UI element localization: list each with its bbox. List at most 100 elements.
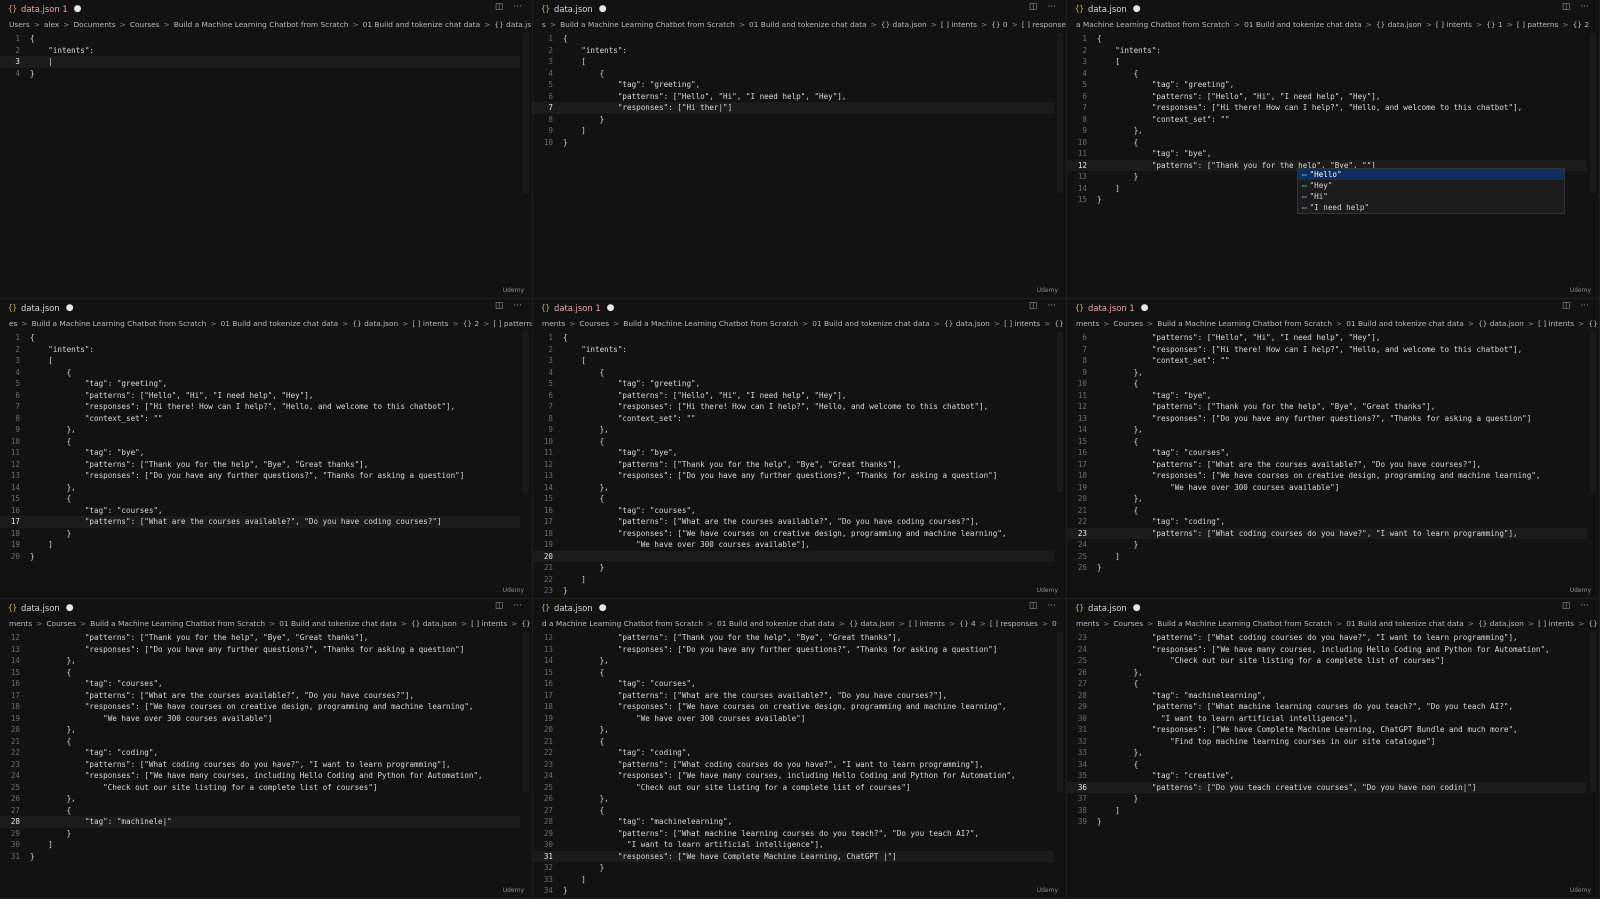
code-line[interactable]: 10 { xyxy=(0,436,520,448)
code-line[interactable]: 7 "responses": ["Hi ther|"] xyxy=(533,102,1054,114)
code-line[interactable]: 13 "responses": ["Do you have any furthe… xyxy=(0,644,520,656)
code-line[interactable]: 18 } xyxy=(0,528,520,540)
code-line[interactable]: 12 "patterns": ["Thank you for the help"… xyxy=(0,632,520,644)
breadcrumb-item[interactable]: {} 3 xyxy=(1588,319,1599,328)
code-editor[interactable]: 12 "patterns": ["Thank you for the help"… xyxy=(533,632,1054,898)
breadcrumb-item[interactable]: [ ] patterns xyxy=(1517,20,1558,29)
more-actions-icon[interactable]: ··· xyxy=(1580,601,1589,611)
code-line[interactable]: 13 "responses": ["Do you have any furthe… xyxy=(1067,413,1587,425)
breadcrumb-item[interactable]: 01 Build and tokenize chat data xyxy=(1346,319,1464,328)
breadcrumb-item[interactable]: 01 Build and tokenize chat data xyxy=(717,619,835,628)
code-line[interactable]: 1{ xyxy=(0,33,520,45)
code-line[interactable]: 2 "intents": xyxy=(1067,45,1587,57)
breadcrumb-item[interactable]: Courses xyxy=(579,319,609,328)
code-line[interactable]: 22 "tag": "coding", xyxy=(0,747,520,759)
breadcrumb-item[interactable]: Build a Machine Learning Chatbot from Sc… xyxy=(560,20,735,29)
breadcrumb-item[interactable]: {} data.json xyxy=(411,619,457,628)
code-line[interactable]: 23 "patterns": ["What coding courses do … xyxy=(533,759,1054,771)
code-editor[interactable]: 23 "patterns": ["What coding courses do … xyxy=(1067,632,1587,898)
code-line[interactable]: 8 "context_set": "" xyxy=(1067,355,1587,367)
breadcrumb-item[interactable]: alex xyxy=(44,20,59,29)
editor-tab[interactable]: {} data.json ● ◫ ··· xyxy=(0,599,532,616)
code-line[interactable]: 14 }, xyxy=(0,482,520,494)
split-editor-icon[interactable]: ◫ xyxy=(1562,301,1571,311)
code-editor[interactable]: 1{2 "intents": 3 | 4} xyxy=(0,33,520,298)
breadcrumb-item[interactable]: {} data.json xyxy=(1376,20,1422,29)
code-line[interactable]: 38 ] xyxy=(1067,805,1587,817)
code-line[interactable]: 1{ xyxy=(0,332,520,344)
code-line[interactable]: 9 ] xyxy=(533,125,1054,137)
breadcrumb-item[interactable]: {} data.json xyxy=(944,319,990,328)
breadcrumb-item[interactable]: 01 Build and tokenize chat data xyxy=(221,319,339,328)
code-line[interactable]: 21 { xyxy=(1067,505,1587,517)
code-line[interactable]: 29 } xyxy=(0,828,520,840)
code-line[interactable]: 10 { xyxy=(1067,137,1587,149)
code-line[interactable]: 13 "responses": ["Do you have any furthe… xyxy=(0,470,520,482)
code-line[interactable]: 16 "tag": "courses", xyxy=(0,505,520,517)
code-line[interactable]: 22 "tag": "coding", xyxy=(533,747,1054,759)
more-actions-icon[interactable]: ··· xyxy=(1047,601,1056,611)
breadcrumb-item[interactable]: Build a Machine Learning Chatbot from Sc… xyxy=(623,319,798,328)
breadcrumb-item[interactable]: Documents xyxy=(73,20,115,29)
code-line[interactable]: 4 { xyxy=(533,68,1054,80)
editor-tab[interactable]: {} data.json 1 ● ◫ ··· xyxy=(533,299,1066,316)
breadcrumb-item[interactable]: 01 Build and tokenize chat data xyxy=(812,319,930,328)
code-line[interactable]: 32 } xyxy=(533,862,1054,874)
code-line[interactable]: 20} xyxy=(0,551,520,563)
vertical-scrollbar[interactable] xyxy=(523,632,529,792)
breadcrumb-item[interactable]: 01 Build and tokenize chat data xyxy=(1346,619,1464,628)
code-line[interactable]: 27 { xyxy=(533,805,1054,817)
code-line[interactable]: 12 "patterns": ["Thank you for the help"… xyxy=(533,459,1054,471)
editor-tab[interactable]: {} data.json 1 ● ◫ ··· xyxy=(1067,299,1599,316)
split-editor-icon[interactable]: ◫ xyxy=(495,2,504,12)
code-line[interactable]: 18 "responses": ["We have courses on cre… xyxy=(533,701,1054,713)
code-line[interactable]: 8 "context_set": "" xyxy=(1067,114,1587,126)
code-line[interactable]: 26 }, xyxy=(1067,667,1587,679)
code-line[interactable]: 20 }, xyxy=(1067,493,1587,505)
breadcrumb-item[interactable]: {} data.json xyxy=(352,319,398,328)
vertical-scrollbar[interactable] xyxy=(1590,632,1596,792)
code-line[interactable]: 17 "patterns": ["What are the courses av… xyxy=(0,690,520,702)
code-line[interactable]: 10 { xyxy=(533,436,1054,448)
breadcrumb-item[interactable]: [ ] intents xyxy=(1004,319,1040,328)
code-line[interactable]: 18 "responses": ["We have courses on cre… xyxy=(1067,470,1587,482)
code-editor[interactable]: 1{2 "intents": 3 [4 {5 "tag": "greeting",… xyxy=(533,33,1054,298)
code-line[interactable]: 15 { xyxy=(0,493,520,505)
breadcrumb-item[interactable]: s xyxy=(542,20,546,29)
code-editor[interactable]: 12 "patterns": ["Thank you for the help"… xyxy=(0,632,520,898)
code-line[interactable]: 19 "We have over 300 courses available"] xyxy=(533,713,1054,725)
breadcrumb-item[interactable]: 01 Build and tokenize chat data xyxy=(279,619,397,628)
code-line[interactable]: 18 "responses": ["We have courses on cre… xyxy=(0,701,520,713)
code-line[interactable]: 6 "patterns": ["Hello", "Hi", "I need he… xyxy=(533,390,1054,402)
code-line[interactable]: 25 ] xyxy=(1067,551,1587,563)
code-line[interactable]: 21 { xyxy=(533,736,1054,748)
code-line[interactable]: 29 "patterns": ["What machine learning c… xyxy=(533,828,1054,840)
breadcrumb-item[interactable]: ments xyxy=(1076,619,1099,628)
breadcrumb-item[interactable]: Courses xyxy=(130,20,160,29)
code-line[interactable]: 2 "intents": xyxy=(533,45,1054,57)
code-line[interactable]: 18 "responses": ["We have courses on cre… xyxy=(533,528,1054,540)
editor-tab[interactable]: {} data.json ● ◫ ··· xyxy=(0,299,532,316)
code-editor[interactable]: 1{2 "intents": 3 [4 {5 "tag": "greeting",… xyxy=(1067,33,1587,298)
breadcrumb-item[interactable]: {} 0 xyxy=(991,20,1007,29)
breadcrumb-item[interactable]: [ ] intents xyxy=(1538,319,1574,328)
code-line[interactable]: 11 "tag": "bye", xyxy=(1067,148,1587,160)
more-actions-icon[interactable]: ··· xyxy=(1580,2,1589,12)
code-line[interactable]: 9 }, xyxy=(1067,125,1587,137)
breadcrumb-item[interactable]: Users xyxy=(9,20,30,29)
code-line[interactable]: 1{ xyxy=(533,33,1054,45)
code-line[interactable]: 3 [ xyxy=(0,355,520,367)
code-line[interactable]: 9 }, xyxy=(533,424,1054,436)
code-line[interactable]: 4 { xyxy=(533,367,1054,379)
breadcrumb-item[interactable]: {} data.js xyxy=(494,20,531,29)
code-line[interactable]: 11 "tag": "bye", xyxy=(533,447,1054,459)
code-line[interactable]: 30 ] xyxy=(0,839,520,851)
breadcrumb-item[interactable]: {} data.json xyxy=(1478,319,1524,328)
code-line[interactable]: 2 "intents": xyxy=(0,45,520,57)
breadcrumb-item[interactable]: Build a Machine Learning Chatbot from Sc… xyxy=(90,619,265,628)
code-line[interactable]: 8 "context_set": "" xyxy=(0,413,520,425)
code-line[interactable]: 9 }, xyxy=(1067,367,1587,379)
code-line[interactable]: 5 "tag": "greeting", xyxy=(533,79,1054,91)
more-actions-icon[interactable]: ··· xyxy=(1580,301,1589,311)
code-line[interactable]: 30 "I want to learn artificial intellige… xyxy=(1067,713,1587,725)
